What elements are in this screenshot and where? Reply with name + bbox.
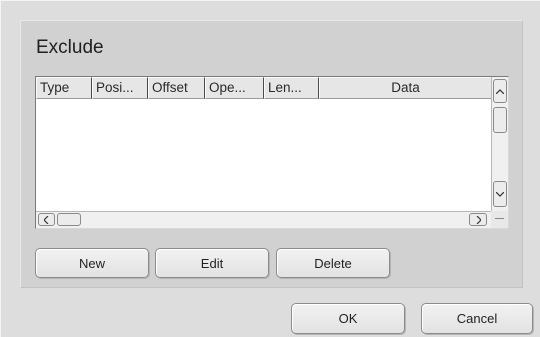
scroll-up-button[interactable] — [493, 79, 507, 103]
delete-button[interactable]: Delete — [276, 248, 390, 278]
ok-button[interactable]: OK — [291, 303, 405, 334]
chevron-right-icon — [476, 215, 481, 224]
chevron-up-icon — [496, 88, 504, 94]
exclude-group: Exclude Type Posi... Offset Ope... Len..… — [20, 20, 523, 288]
new-button[interactable]: New — [35, 248, 149, 278]
vertical-scrollbar[interactable] — [491, 77, 508, 211]
column-header-operator[interactable]: Ope... — [205, 77, 264, 99]
column-header-length[interactable]: Len... — [264, 77, 319, 99]
horizontal-scroll-thumb[interactable] — [57, 213, 81, 226]
scroll-down-button[interactable] — [493, 181, 507, 207]
scroll-left-button[interactable] — [38, 213, 55, 226]
table-header: Type Posi... Offset Ope... Len... Data — [36, 77, 496, 99]
cancel-button[interactable]: Cancel — [421, 303, 533, 334]
edit-button[interactable]: Edit — [155, 248, 269, 278]
chevron-down-icon — [496, 191, 504, 197]
column-header-offset[interactable]: Offset — [148, 77, 205, 99]
vertical-scroll-thumb[interactable] — [493, 107, 507, 133]
exclude-table[interactable]: Type Posi... Offset Ope... Len... Data — [35, 76, 509, 229]
group-title: Exclude — [36, 37, 104, 58]
chevron-left-icon — [44, 215, 49, 224]
exclude-dialog: Exclude Type Posi... Offset Ope... Len..… — [0, 0, 540, 337]
column-header-type[interactable]: Type — [36, 77, 92, 99]
column-header-position[interactable]: Posi... — [92, 77, 148, 99]
scroll-right-button[interactable] — [469, 213, 487, 226]
scrollbar-corner — [491, 211, 508, 228]
horizontal-scrollbar[interactable] — [36, 211, 491, 228]
column-header-data[interactable]: Data — [319, 77, 492, 99]
